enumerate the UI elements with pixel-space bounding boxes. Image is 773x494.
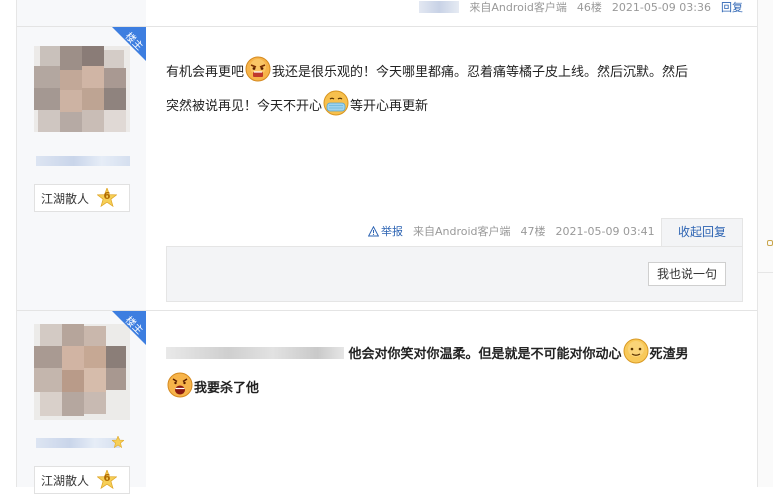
collapse-reply-button[interactable]: 收起回复 [661, 218, 743, 247]
right-strip-divider [758, 272, 773, 273]
prev-post-sidebar [17, 0, 146, 26]
post-2-blurred-username[interactable] [36, 438, 120, 448]
angry-face-icon [245, 56, 271, 82]
report-link[interactable]: 举报 [368, 223, 403, 239]
smile-face-icon [623, 338, 649, 364]
post-1-text-2: 我还是很乐观的！今天哪里都痛。忍着痛等橘子皮上线。然后沉默。然后 [272, 65, 689, 80]
post-2-level-box[interactable]: 江湖散人 6 [34, 466, 130, 494]
prev-post-source: 来自Android客户端 [469, 1, 567, 14]
report-label: 举报 [381, 225, 403, 238]
prev-post-timestamp: 2021-05-09 03:36 [611, 0, 711, 14]
post-1-meta: 举报 来自Android客户端 47楼 2021-05-09 03:41 [368, 224, 655, 238]
post-1-text-1: 有机会再更吧 [166, 65, 245, 80]
prev-post-meta: 来自Android客户端 46楼 2021-05-09 03:36 回复 [419, 0, 743, 14]
post-1-source: 来自Android客户端 [413, 225, 511, 238]
post-1-rank-label: 江湖散人 [41, 191, 90, 206]
post-2-text-3: 我要杀了他 [194, 381, 260, 396]
prev-post-reply-link[interactable]: 回复 [721, 0, 743, 15]
redacted-text [166, 347, 344, 359]
post-2-content: 他会对你笑对你温柔。但是就是不可能对你动心 死渣男 我要杀了他 [166, 338, 741, 406]
warning-icon [368, 225, 379, 236]
post-1-timestamp: 2021-05-09 03:41 [555, 224, 655, 238]
post-1-text-3: 突然被说再见！今天不开心 [166, 99, 323, 114]
shouting-face-icon [167, 372, 193, 398]
level-star-icon: 6 [97, 470, 118, 490]
say-something-button[interactable]: 我也说一句 [648, 262, 726, 286]
post-1-floor: 47楼 [520, 225, 546, 238]
post-1-text-4: 等开心再更新 [350, 99, 429, 114]
post-1-content: 有机会再更吧 我还是很乐观的！今天哪里都痛。忍着痛等橘子皮上线。然后沉默。然后 … [166, 56, 741, 124]
post-2-level-number: 6 [103, 473, 111, 484]
post-2-rank-label: 江湖散人 [41, 473, 90, 488]
member-icon [112, 436, 124, 448]
post-1-level-number: 6 [103, 191, 111, 202]
post-2-text-2: 死渣男 [649, 347, 689, 362]
prev-post-floor: 46楼 [576, 1, 602, 14]
post-1-level-box[interactable]: 江湖散人 6 [34, 184, 130, 212]
blurred-device-name [419, 1, 460, 13]
side-widget-icon [767, 240, 773, 246]
level-star-icon: 6 [97, 188, 118, 208]
post-1-blurred-username[interactable] [36, 156, 130, 166]
post-2-text-1: 他会对你笑对你温柔。但是就是不可能对你动心 [348, 347, 622, 362]
sick-face-icon [323, 90, 349, 116]
